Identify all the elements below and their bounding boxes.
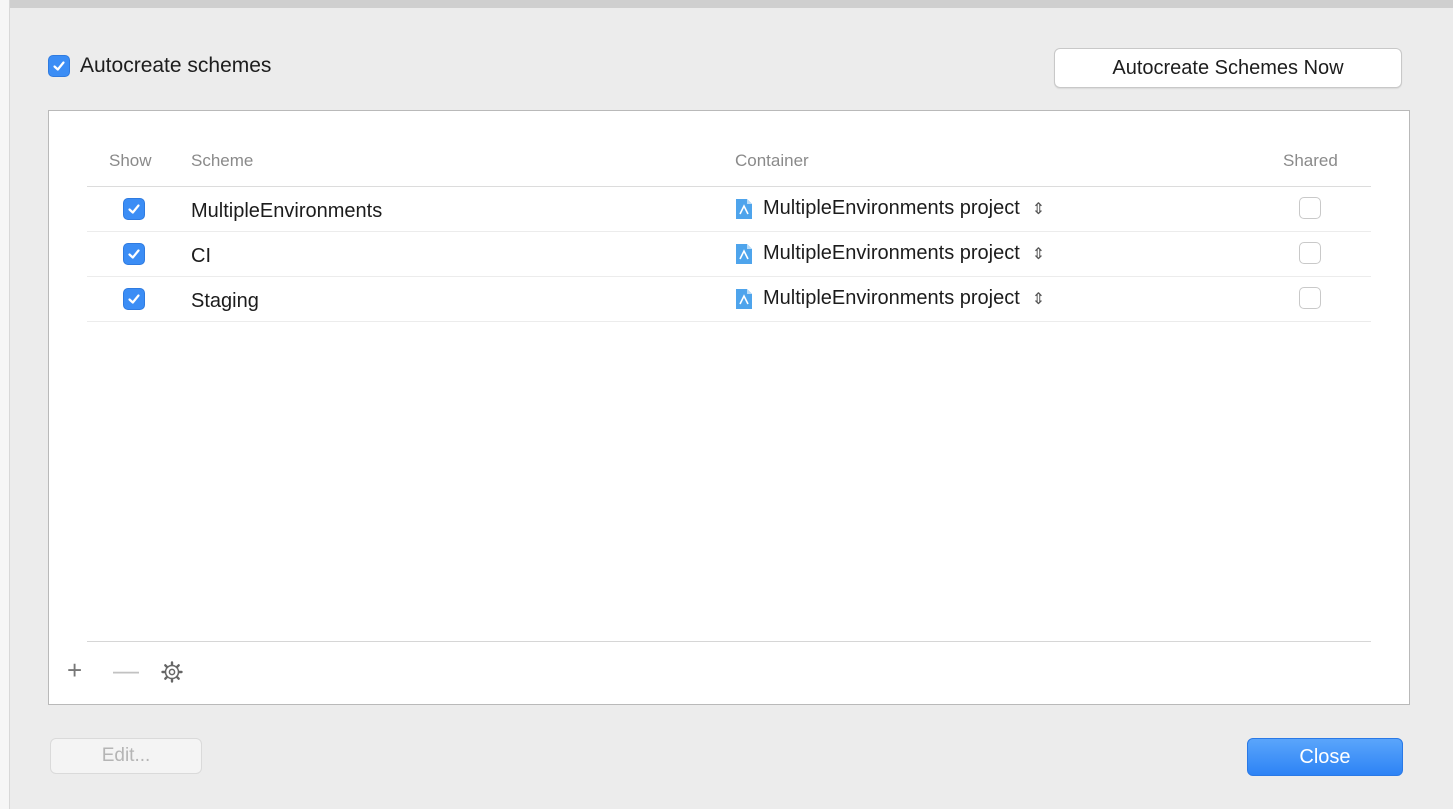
scheme-name: Staging <box>191 290 259 312</box>
add-scheme-button[interactable]: + <box>67 655 82 686</box>
background-window-edge <box>0 0 10 809</box>
container-label: MultipleEnvironments project <box>763 197 1020 219</box>
checkmark-icon <box>128 204 140 214</box>
autocreate-schemes-checkbox[interactable] <box>48 55 70 77</box>
column-header-container[interactable]: Container <box>735 151 809 171</box>
xcode-project-icon <box>736 288 752 309</box>
popup-arrows-icon: ⇕ <box>1031 200 1046 218</box>
edit-button[interactable]: Edit... <box>50 738 202 774</box>
container-popup[interactable]: MultipleEnvironments project ⇕ <box>735 242 1045 265</box>
checkmark-icon <box>53 61 65 71</box>
xcode-project-icon <box>736 243 752 264</box>
container-popup[interactable]: MultipleEnvironments project ⇕ <box>735 197 1045 220</box>
container-label: MultipleEnvironments project <box>763 242 1020 264</box>
show-checkbox[interactable] <box>123 288 145 310</box>
checkmark-icon <box>128 249 140 259</box>
checkmark-icon <box>128 294 140 304</box>
container-popup[interactable]: MultipleEnvironments project ⇕ <box>735 287 1045 310</box>
schemes-table: Show Scheme Container Shared MultipleEnv… <box>87 141 1371 322</box>
shared-checkbox[interactable] <box>1299 242 1321 264</box>
xcode-project-icon <box>736 198 752 219</box>
popup-arrows-icon: ⇕ <box>1031 290 1046 308</box>
show-checkbox[interactable] <box>123 243 145 265</box>
shared-checkbox[interactable] <box>1299 197 1321 219</box>
window-top-edge <box>0 0 1453 8</box>
column-header-scheme[interactable]: Scheme <box>191 151 253 171</box>
manage-schemes-sheet: Autocreate schemes Autocreate Schemes No… <box>10 8 1443 809</box>
schemes-panel: Show Scheme Container Shared MultipleEnv… <box>48 110 1410 705</box>
scheme-name: MultipleEnvironments <box>191 200 383 222</box>
table-row[interactable]: CI MultipleEnvironments project ⇕ <box>87 232 1371 277</box>
column-header-show[interactable]: Show <box>109 151 152 171</box>
table-row[interactable]: Staging MultipleEnvironments project ⇕ <box>87 277 1371 322</box>
table-toolbar-divider <box>87 641 1371 642</box>
shared-checkbox[interactable] <box>1299 287 1321 309</box>
autocreate-schemes-option[interactable]: Autocreate schemes <box>48 54 271 78</box>
close-button[interactable]: Close <box>1247 738 1403 776</box>
table-header: Show Scheme Container Shared <box>87 141 1371 187</box>
table-row[interactable]: MultipleEnvironments MultipleEnvironment… <box>87 187 1371 232</box>
container-label: MultipleEnvironments project <box>763 287 1020 309</box>
popup-arrows-icon: ⇕ <box>1031 245 1046 263</box>
autocreate-schemes-label: Autocreate schemes <box>80 54 272 77</box>
autocreate-schemes-now-button[interactable]: Autocreate Schemes Now <box>1054 48 1402 88</box>
gear-icon[interactable] <box>161 659 183 690</box>
column-header-shared[interactable]: Shared <box>1283 151 1338 171</box>
remove-scheme-button[interactable]: — <box>113 655 139 686</box>
scheme-name: CI <box>191 245 211 267</box>
show-checkbox[interactable] <box>123 198 145 220</box>
